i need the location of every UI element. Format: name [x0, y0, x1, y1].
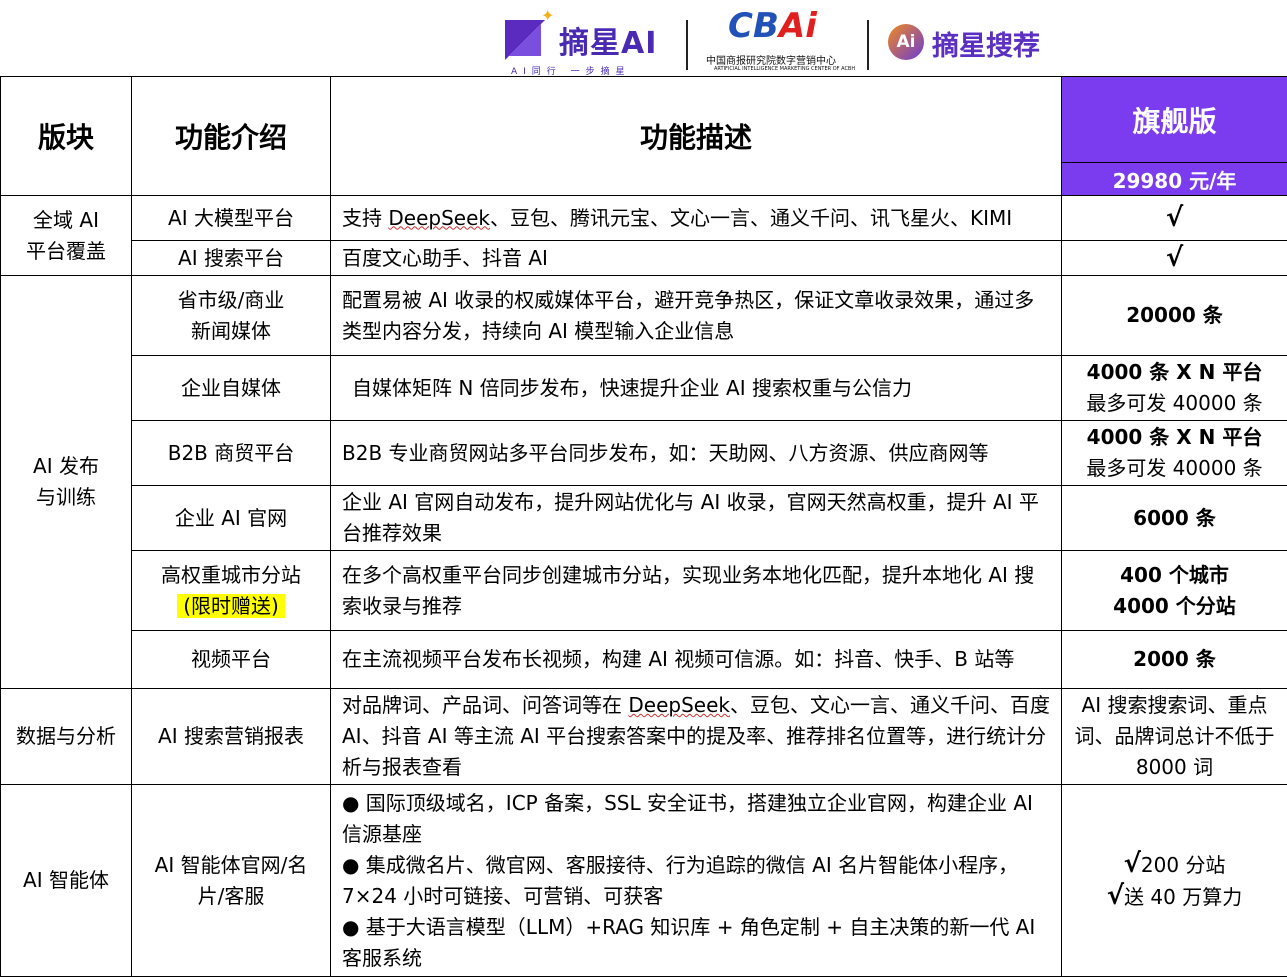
value-cell: 400 个城市4000 个分站 — [1062, 551, 1287, 631]
logo-triangle-accent-icon — [509, 24, 541, 56]
logo-divider — [867, 20, 869, 70]
value-cell: 20000 条 — [1062, 276, 1287, 356]
list-item: ● 国际顶级域名，ICP 备案，SSL 安全证书，搭建独立企业官网，构建企业 A… — [342, 788, 1053, 850]
section-cell: 数据与分析 — [1, 689, 132, 785]
feature-table: 版块 功能介绍 功能描述 旗舰版 29980 元/年 全域 AI 平台覆盖 AI… — [0, 76, 1287, 977]
table-row: 视频平台 在主流视频平台发布长视频，构建 AI 视频可信源。如：抖音、快手、B … — [1, 631, 1287, 689]
plan-name: 旗舰版 — [1062, 77, 1287, 163]
table-row: B2B 商贸平台 B2B 专业商贸网站多平台同步发布，如：天助网、八方资源、供应… — [1, 421, 1287, 486]
description-cell: 自媒体矩阵 N 倍同步发布，快速提升企业 AI 搜索权重与公信力 — [331, 356, 1062, 421]
feature-cell: AI 搜索营销报表 — [132, 689, 331, 785]
limited-gift-tag: (限时赠送) — [177, 594, 285, 618]
check-mark: √ — [1124, 849, 1141, 879]
plan-price: 29980 元/年 — [1062, 163, 1287, 196]
cbai-mark: CBAi — [728, 6, 817, 46]
table-row: 企业自媒体 自媒体矩阵 N 倍同步发布，快速提升企业 AI 搜索权重与公信力 4… — [1, 356, 1287, 421]
check-mark: √ — [1062, 241, 1287, 276]
description-cell: 百度文心助手、抖音 AI — [331, 241, 1062, 276]
description-cell: 配置易被 AI 收录的权威媒体平台，避开竞争热区，保证文章收录效果，通过多类型内… — [331, 276, 1062, 356]
feature-cell: 企业 AI 官网 — [132, 486, 331, 551]
table-row: AI 智能体 AI 智能体官网/名片/客服 ● 国际顶级域名，ICP 备案，SS… — [1, 785, 1287, 977]
feature-cell: 视频平台 — [132, 631, 331, 689]
feature-cell: 企业自媒体 — [132, 356, 331, 421]
feature-cell: B2B 商贸平台 — [132, 421, 331, 486]
ai-circle-icon: Ai — [888, 24, 924, 60]
list-item: ● 集成微名片、微官网、客服接待、行为追踪的微信 AI 名片智能体小程序，7×2… — [342, 850, 1053, 912]
table-row: 高权重城市分站(限时赠送) 在多个高权重平台同步创建城市分站，实现业务本地化匹配… — [1, 551, 1287, 631]
value-cell: 6000 条 — [1062, 486, 1287, 551]
description-cell: 在多个高权重平台同步创建城市分站，实现业务本地化匹配，提升本地化 AI 搜索收录… — [331, 551, 1062, 631]
section-cell: AI 智能体 — [1, 785, 132, 977]
header-section: 版块 — [1, 77, 132, 196]
cbai-logo: CBAi 中国商报研究院数字营销中心 ARTIFICIAL INTELLIGEN… — [700, 4, 860, 74]
feature-cell: AI 智能体官网/名片/客服 — [132, 785, 331, 977]
description-cell: 在主流视频平台发布长视频，构建 AI 视频可信源。如：抖音、快手、B 站等 — [331, 631, 1062, 689]
logo-divider — [686, 20, 688, 70]
description-cell: 企业 AI 官网自动发布，提升网站优化与 AI 收录，官网天然高权重，提升 AI… — [331, 486, 1062, 551]
list-item: ● 基于大语言模型（LLM）+RAG 知识库 + 角色定制 + 自主决策的新一代… — [342, 912, 1053, 974]
description-cell: 对品牌词、产品词、问答词等在 DeepSeek、豆包、文心一言、通义千问、百度 … — [331, 689, 1062, 785]
check-mark: √ — [1062, 196, 1287, 241]
header-description: 功能描述 — [331, 77, 1062, 196]
feature-cell: AI 搜索平台 — [132, 241, 331, 276]
section-cell: AI 发布 与训练 — [1, 276, 132, 689]
table-row: AI 发布 与训练 省市级/商业新闻媒体 配置易被 AI 收录的权威媒体平台，避… — [1, 276, 1287, 356]
logo3-name: 摘星搜荐 — [932, 24, 1040, 63]
header-feature: 功能介绍 — [132, 77, 331, 196]
table-row: 数据与分析 AI 搜索营销报表 对品牌词、产品词、问答词等在 DeepSeek、… — [1, 689, 1287, 785]
feature-cell: 省市级/商业新闻媒体 — [132, 276, 331, 356]
table-row: AI 搜索平台 百度文心助手、抖音 AI √ — [1, 241, 1287, 276]
logo-header: ✦ 摘星AI AI同行 一步摘星 CBAi 中国商报研究院数字营销中心 ARTI… — [0, 0, 1287, 76]
zhaixing-ai-logo: ✦ 摘星AI AI同行 一步摘星 — [505, 8, 675, 74]
feature-cell: AI 大模型平台 — [132, 196, 331, 241]
description-cell: B2B 专业商贸网站多平台同步发布，如：天助网、八方资源、供应商网等 — [331, 421, 1062, 486]
value-cell: AI 搜索搜索词、重点词、品牌词总计不低于 8000 词 — [1062, 689, 1287, 785]
value-cell: 4000 条 X N 平台最多可发 40000 条 — [1062, 421, 1287, 486]
star-icon: ✦ — [541, 6, 554, 25]
value-cell: 2000 条 — [1062, 631, 1287, 689]
value-cell: 4000 条 X N 平台最多可发 40000 条 — [1062, 356, 1287, 421]
logo1-name: 摘星AI — [559, 18, 657, 62]
section-cell: 全域 AI 平台覆盖 — [1, 196, 132, 276]
table-row: 企业 AI 官网 企业 AI 官网自动发布，提升网站优化与 AI 收录，官网天然… — [1, 486, 1287, 551]
check-mark: √ — [1107, 881, 1124, 911]
table-row: 全域 AI 平台覆盖 AI 大模型平台 支持 DeepSeek、豆包、腾讯元宝、… — [1, 196, 1287, 241]
feature-cell: 高权重城市分站(限时赠送) — [132, 551, 331, 631]
value-cell: √200 分站 √送 40 万算力 — [1062, 785, 1287, 977]
description-cell: ● 国际顶级域名，ICP 备案，SSL 安全证书，搭建独立企业官网，构建企业 A… — [331, 785, 1062, 977]
description-cell: 支持 DeepSeek、豆包、腾讯元宝、文心一言、通义千问、讯飞星火、KIMI — [331, 196, 1062, 241]
cbai-en-name: ARTIFICIAL INTELLIGENCE MARKETING CENTER… — [714, 66, 855, 72]
cbai-cn-name: 中国商报研究院数字营销中心 — [706, 52, 836, 67]
zhaixing-soujian-logo: Ai 摘星搜荐 — [888, 22, 1058, 68]
